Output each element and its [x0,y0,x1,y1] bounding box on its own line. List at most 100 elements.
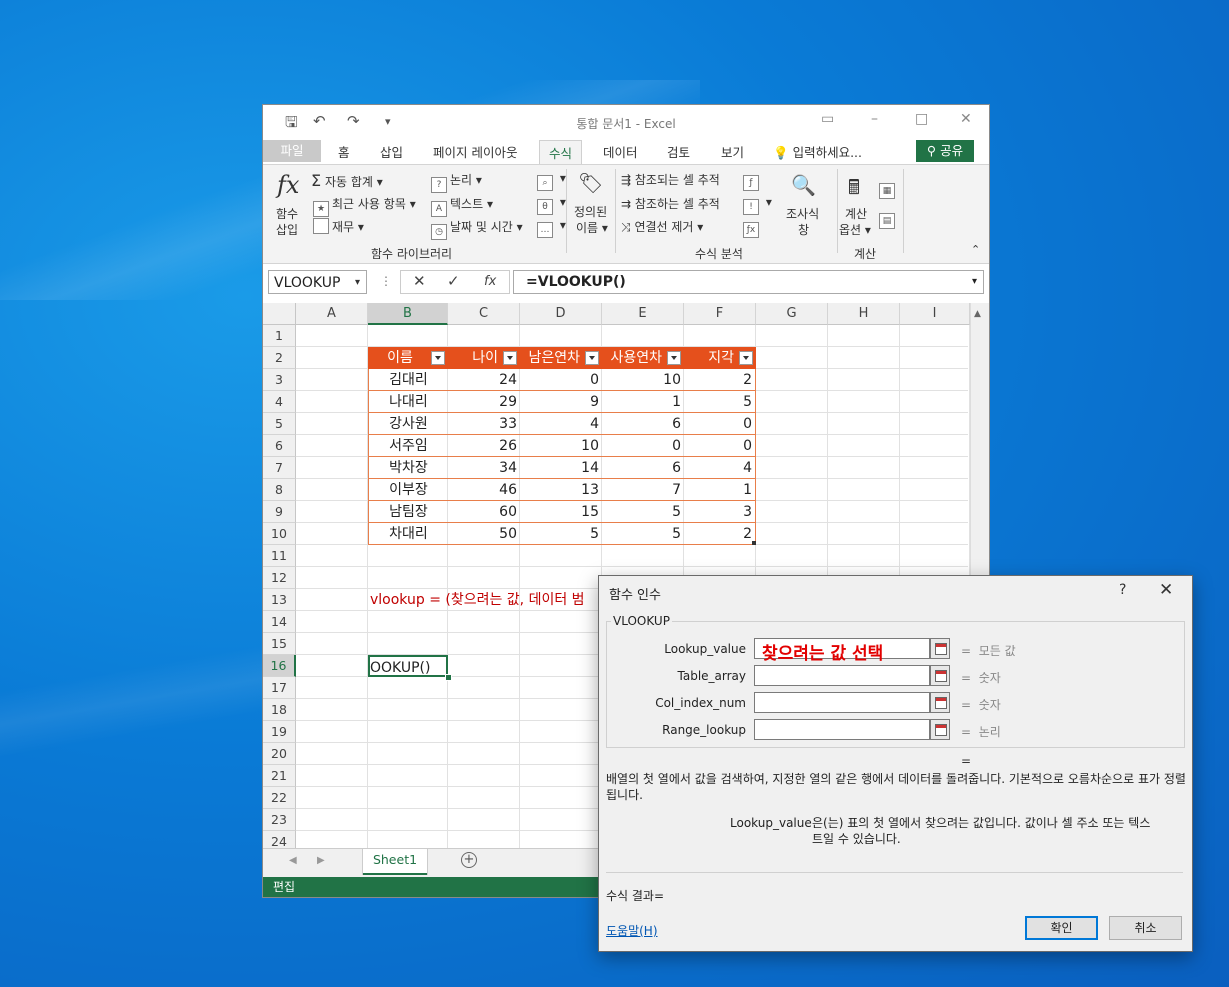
row-header-2[interactable]: 2 [263,347,296,369]
row-header-7[interactable]: 7 [263,457,296,479]
column-header-a[interactable]: A [296,303,368,325]
trace-dependents-button[interactable]: ⇉ 참조하는 셀 추적 [621,195,720,212]
watch-window-icon[interactable]: 🔍 [791,173,816,197]
expand-formula-icon[interactable]: ▾ [972,271,977,293]
row-header-4[interactable]: 4 [263,391,296,413]
select-all-corner[interactable] [263,303,296,325]
tab-insert[interactable]: 삽입 [380,142,403,161]
text-button[interactable]: A 텍스트 ▾ [431,195,493,217]
finance-button[interactable]: 재무 ▾ [313,218,364,235]
cell-b13-text[interactable]: vlookup = (찾으려는 값, 데이터 범 [368,589,585,611]
table-cell[interactable]: 14 [520,457,602,479]
column-header-f[interactable]: F [684,303,756,325]
column-header-e[interactable]: E [602,303,684,325]
recent-button[interactable]: ★ 최근 사용 항목 ▾ [313,195,416,217]
table-cell[interactable]: 9 [520,391,602,413]
table-cell[interactable]: 1 [684,479,756,501]
close-icon[interactable]: ✕ [1159,580,1173,600]
table-cell[interactable]: 13 [520,479,602,501]
table-cell[interactable]: 3 [684,501,756,523]
table-cell[interactable]: 강사원 [368,413,448,435]
column-header-d[interactable]: D [520,303,602,325]
active-cell-b16[interactable]: OOKUP() [368,655,448,677]
row-header-14[interactable]: 14 [263,611,296,633]
watch-window-label-top[interactable]: 조사식 [786,205,819,222]
error-check-icon[interactable]: ! ▾ [743,195,772,215]
logical-button[interactable]: ? 논리 ▾ [431,171,482,193]
calc-sheet-icon[interactable]: ▤ [879,209,898,229]
add-sheet-icon[interactable]: + [461,852,477,868]
row-header-22[interactable]: 22 [263,787,296,809]
tab-data[interactable]: 데이터 [603,142,638,161]
formula-input[interactable]: =VLOOKUP() ▾ [513,270,984,294]
enter-check-icon[interactable]: ✓ [447,272,460,290]
help-link[interactable]: 도움말(H) [606,922,658,939]
row-header-20[interactable]: 20 [263,743,296,765]
table-cell[interactable]: 60 [448,501,520,523]
name-manager-icon[interactable]: 🏷 [578,171,603,195]
calculator-icon[interactable]: 🖩 [848,173,860,207]
table-cell[interactable]: 10 [520,435,602,457]
calc-options-label-bottom[interactable]: 옵션 ▾ [839,221,871,238]
row-header-13[interactable]: 13 [263,589,296,611]
column-header-h[interactable]: H [828,303,900,325]
row-header-23[interactable]: 23 [263,809,296,831]
table-cell[interactable]: 24 [448,369,520,391]
name-box[interactable]: VLOOKUP ▾ [268,270,367,294]
share-button[interactable]: ⚲ 공유 [916,140,974,162]
table-cell[interactable]: 33 [448,413,520,435]
next-sheet-icon[interactable]: ▶ [317,855,325,866]
table-cell[interactable]: 서주임 [368,435,448,457]
tab-home[interactable]: 홈 [338,142,350,161]
row-header-6[interactable]: 6 [263,435,296,457]
remove-arrows-button[interactable]: ⤨ 연결선 제거 ▾ [621,218,703,235]
table-cell[interactable]: 6 [602,457,684,479]
show-formulas-icon[interactable]: ƒ [743,171,762,191]
row-header-24[interactable]: 24 [263,831,296,848]
cancel-icon[interactable]: ✕ [413,272,426,290]
collapse-dialog-icon[interactable] [930,692,950,713]
cancel-button[interactable]: 취소 [1109,916,1182,940]
table-cell[interactable]: 15 [520,501,602,523]
table-cell[interactable]: 2 [684,369,756,391]
insert-function-icon[interactable]: fx [484,274,496,289]
math-trig-button[interactable]: θ ▾ [537,195,566,215]
row-header-16[interactable]: 16 [263,655,296,677]
table-cell[interactable]: 남팀장 [368,501,448,523]
column-header-i[interactable]: I [900,303,970,325]
row-header-21[interactable]: 21 [263,765,296,787]
table-cell[interactable]: 김대리 [368,369,448,391]
tab-review[interactable]: 검토 [667,142,690,161]
row-header-12[interactable]: 12 [263,567,296,589]
row-header-17[interactable]: 17 [263,677,296,699]
more-functions-button[interactable]: … ▾ [537,218,566,238]
table-cell[interactable]: 0 [684,413,756,435]
autosum-button[interactable]: Σ 자동 합계 ▾ [311,171,383,190]
table-cell[interactable]: 34 [448,457,520,479]
insert-function-label-top[interactable]: 함수 [276,205,298,222]
filter-dropdown-icon[interactable] [585,351,599,365]
close-icon[interactable]: ✕ [960,111,972,127]
tab-page-layout[interactable]: 페이지 레이아웃 [433,142,517,161]
scroll-up-icon[interactable]: ▲ [974,309,981,319]
lookup-ref-button[interactable]: ⌕ ▾ [537,171,566,191]
ribbon-display-icon[interactable]: ▭ [821,111,834,127]
filter-dropdown-icon[interactable] [667,351,681,365]
insert-function-label-bottom[interactable]: 삽입 [276,221,298,238]
table-cell[interactable]: 29 [448,391,520,413]
col-index-num-input[interactable] [754,692,930,713]
collapse-dialog-icon[interactable] [930,638,950,659]
filter-dropdown-icon[interactable] [431,351,445,365]
defined-names-label-top[interactable]: 정의된 [574,203,607,220]
table-resize-handle[interactable] [752,541,756,545]
maximize-icon[interactable]: □ [915,111,928,127]
table-cell[interactable]: 0 [520,369,602,391]
calc-now-icon[interactable]: ▦ [879,179,898,199]
evaluate-formula-icon[interactable]: ƒx [743,218,762,238]
table-cell[interactable]: 차대리 [368,523,448,545]
row-header-5[interactable]: 5 [263,413,296,435]
table-cell[interactable]: 4 [684,457,756,479]
table-cell[interactable]: 5 [602,523,684,545]
column-header-b[interactable]: B [368,303,448,325]
trace-precedents-button[interactable]: ⇶ 참조되는 셀 추적 [621,171,720,188]
